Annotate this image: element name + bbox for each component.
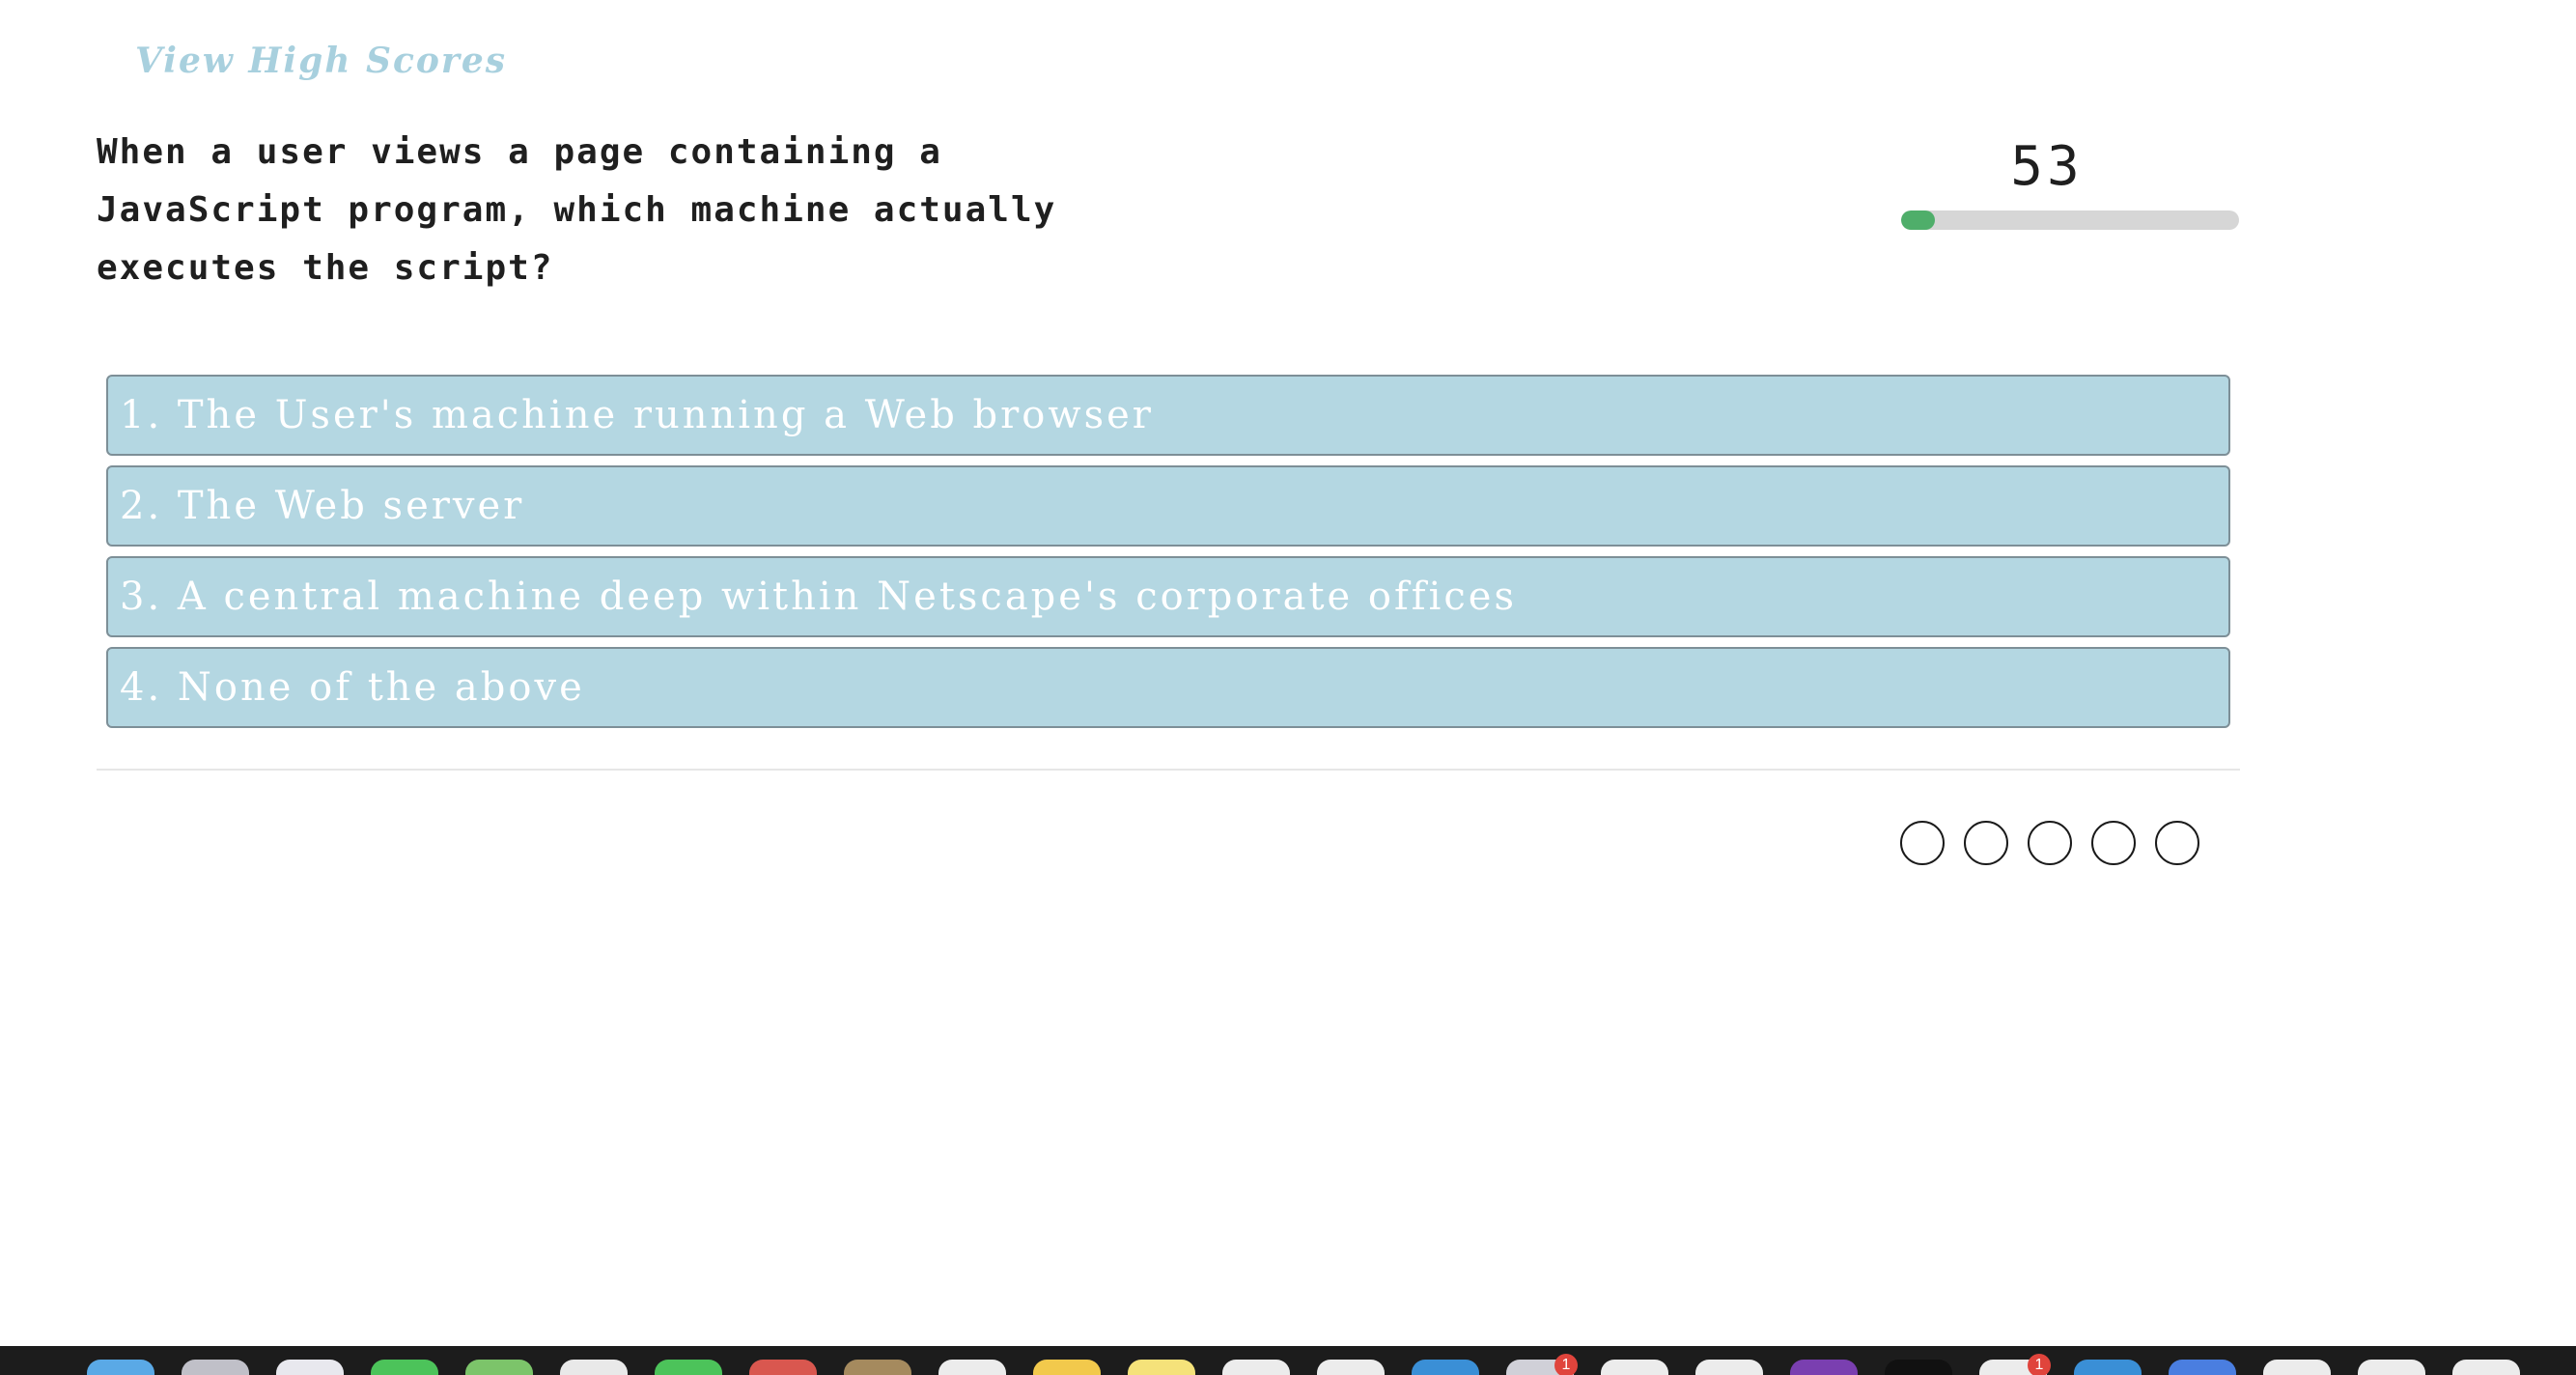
dock-app-icon[interactable] xyxy=(655,1360,722,1375)
dock-badge: 1 xyxy=(1554,1354,1578,1375)
dock-app-icon[interactable] xyxy=(1033,1360,1101,1375)
dock-app-icon[interactable] xyxy=(844,1360,911,1375)
timer-value: 53 xyxy=(2010,135,2084,198)
answer-button-2[interactable]: 2. The Web server xyxy=(106,465,2230,547)
dock-app-icon[interactable] xyxy=(465,1360,533,1375)
view-high-scores-link[interactable]: View High Scores xyxy=(135,41,507,81)
dock-app-icon[interactable] xyxy=(560,1360,628,1375)
question-text: When a user views a page containing a Ja… xyxy=(97,132,1057,288)
dock-badge: 1 xyxy=(2028,1354,2051,1375)
dock-app-icon[interactable] xyxy=(2074,1360,2142,1375)
dock-app-icon[interactable] xyxy=(1128,1360,1195,1375)
dock-app-icon[interactable] xyxy=(1222,1360,1290,1375)
dock-app-icon[interactable] xyxy=(2358,1360,2425,1375)
dock-app-icon[interactable]: 1 xyxy=(1506,1354,1578,1375)
score-circle-4 xyxy=(2091,821,2136,865)
dock-app-icon[interactable] xyxy=(371,1360,438,1375)
dock-app-icon[interactable] xyxy=(2263,1360,2331,1375)
dock-icons: 11 xyxy=(87,1354,2520,1375)
timer-progress-fill xyxy=(1901,210,1935,230)
dock-app-icon[interactable] xyxy=(1885,1360,1952,1375)
answer-button-3[interactable]: 3. A central machine deep within Netscap… xyxy=(106,556,2230,637)
answer-button-1[interactable]: 1. The User's machine running a Web brow… xyxy=(106,375,2230,456)
timer-progress-bar xyxy=(1901,210,2239,230)
score-circle-3 xyxy=(2028,821,2072,865)
dock-app-icon[interactable] xyxy=(1412,1360,1479,1375)
dock-app-icon[interactable] xyxy=(749,1360,817,1375)
dock-app-icon[interactable] xyxy=(2452,1360,2520,1375)
answer-button-4[interactable]: 4. None of the above xyxy=(106,647,2230,728)
dock-app-icon[interactable] xyxy=(938,1360,1006,1375)
dock-app-icon[interactable] xyxy=(2169,1360,2236,1375)
score-circle-1 xyxy=(1900,821,1945,865)
score-circle-2 xyxy=(1964,821,2008,865)
dock-app-icon[interactable] xyxy=(1695,1360,1763,1375)
dock-app-icon[interactable] xyxy=(1790,1360,1858,1375)
dock-app-icon[interactable] xyxy=(182,1360,249,1375)
dock-app-icon[interactable]: 1 xyxy=(1979,1354,2051,1375)
macos-dock: 11 xyxy=(0,1346,2576,1375)
dock-app-icon[interactable] xyxy=(276,1360,344,1375)
dock-app-icon[interactable] xyxy=(87,1360,154,1375)
dock-app-icon[interactable] xyxy=(1317,1360,1385,1375)
quiz-page: View High Scores When a user views a pag… xyxy=(0,0,2576,1375)
score-circle-5 xyxy=(2155,821,2199,865)
divider xyxy=(97,769,2240,771)
dock-app-icon[interactable] xyxy=(1601,1360,1668,1375)
score-indicators xyxy=(1900,821,2199,865)
answer-list: 1. The User's machine running a Web brow… xyxy=(106,375,2230,738)
